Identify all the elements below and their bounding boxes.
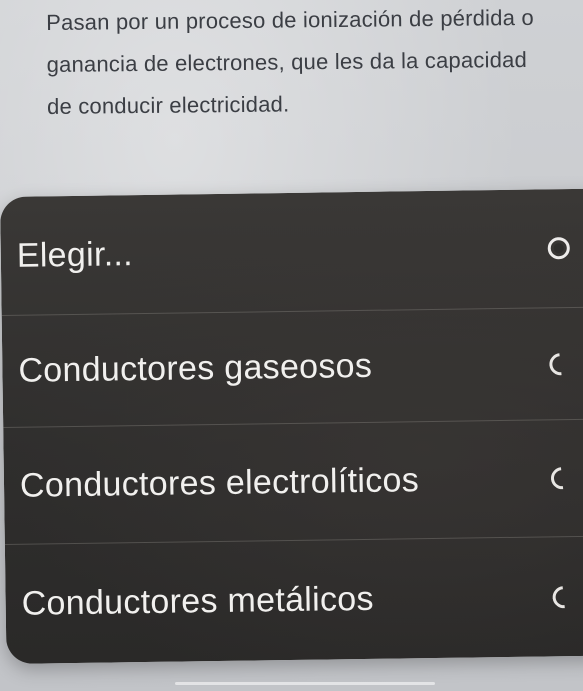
option-label: Conductores metálicos	[21, 579, 375, 623]
option-label: Elegir...	[16, 234, 134, 275]
option-conductores-metalicos[interactable]: Conductores metálicos	[4, 535, 583, 664]
option-label: Conductores gaseosos	[18, 346, 373, 390]
option-conductores-electroliticos[interactable]: Conductores electrolíticos	[3, 418, 583, 544]
select-dropdown-menu[interactable]: Elegir... Conductores gaseosos Conductor…	[0, 188, 583, 664]
screen: Pasan por un proceso de ionización de pé…	[0, 0, 583, 691]
radio-unselected-icon	[548, 581, 580, 613]
option-elegir[interactable]: Elegir...	[0, 189, 583, 315]
radio-selected-icon	[543, 232, 575, 264]
page-edge-divider	[175, 682, 435, 685]
option-conductores-gaseosos[interactable]: Conductores gaseosos	[1, 306, 583, 427]
question-text: Pasan por un proceso de ionización de pé…	[46, 4, 534, 119]
radio-unselected-icon	[546, 462, 578, 494]
radio-unselected-icon	[544, 348, 576, 380]
option-label: Conductores electrolíticos	[19, 460, 420, 505]
